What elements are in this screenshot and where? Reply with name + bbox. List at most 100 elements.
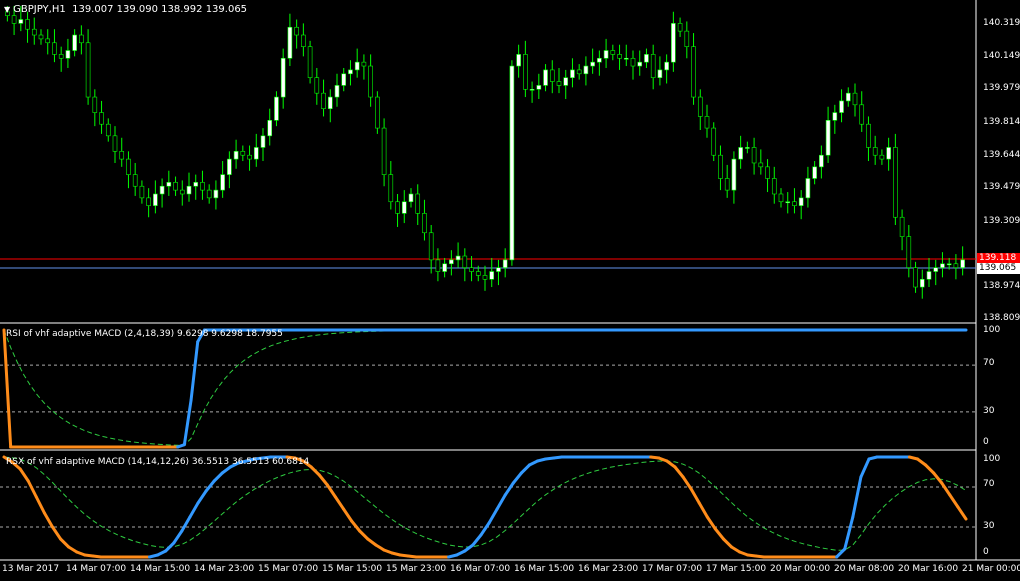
rsx-main-line [196, 489, 208, 505]
candle-body [859, 104, 865, 125]
candle-body [65, 50, 71, 59]
rsx-main-line [59, 537, 71, 549]
candle-body [563, 77, 569, 86]
candle-body [227, 158, 232, 175]
candle-body [11, 15, 17, 24]
candle-body [664, 61, 669, 71]
price-tick: 140.319 [983, 18, 1020, 28]
candle-body [697, 96, 703, 117]
candle-body [684, 30, 690, 47]
rsx-main-line [164, 541, 176, 553]
candle-body [832, 112, 838, 121]
candle-body [913, 267, 918, 288]
rsx-panel-title: RSX of vhf adaptive MACD (14,14,12,26) 3… [6, 457, 310, 467]
rsx-main-line [358, 529, 370, 541]
rsx-main-line [180, 515, 192, 533]
symbol-label: GBPJPY,H1 [13, 4, 66, 15]
candle-body [778, 193, 784, 203]
candle-body [99, 112, 104, 125]
candle-body [52, 42, 57, 55]
candle-body [38, 34, 44, 40]
candle-body [523, 54, 528, 90]
current-price-label: 139.065 [977, 263, 1020, 274]
price-tick: 139.479 [983, 182, 1020, 192]
candle-body [307, 46, 313, 78]
rsx-main-line [51, 525, 63, 541]
rsi-main-line [182, 398, 193, 447]
candle-body [159, 185, 165, 195]
candle-body [704, 116, 710, 129]
candle-body [906, 236, 912, 268]
rsx-main-line [350, 519, 362, 533]
candle-body [556, 81, 562, 86]
candle-body [220, 174, 225, 191]
candle-body [529, 89, 535, 91]
candle-body [327, 96, 333, 109]
candle-body [617, 54, 622, 59]
candle-body [960, 259, 965, 268]
candle-body [872, 147, 878, 156]
candle-body [866, 123, 871, 148]
candle-body [146, 197, 151, 206]
rsi-tick: 100 [983, 325, 1001, 335]
time-tick: 14 Mar 23:00 [194, 564, 255, 574]
candle-body [677, 23, 683, 32]
candle-body [839, 100, 844, 113]
time-tick: 15 Mar 15:00 [322, 564, 383, 574]
candle-body [825, 120, 831, 156]
candle-body [630, 57, 636, 67]
price-tick: 138.809 [983, 313, 1020, 323]
candle-body [597, 57, 602, 63]
candle-body [549, 69, 555, 82]
price-candles [0, 5, 976, 299]
candle-body [933, 267, 939, 272]
candle-body [879, 154, 885, 160]
candle-body [502, 259, 508, 268]
time-tick: 20 Mar 08:00 [834, 564, 895, 574]
candle-body [422, 213, 427, 234]
triangle-down-icon[interactable]: ▼ [4, 5, 10, 14]
chart-canvas[interactable] [0, 0, 1020, 581]
candle-body [79, 34, 84, 44]
candle-body [179, 189, 185, 195]
candle-body [576, 69, 582, 75]
candle-body [798, 197, 804, 206]
rsi-tick: 30 [983, 406, 995, 416]
rsx-main-line [721, 537, 734, 549]
candle-body [946, 263, 952, 266]
rsx-main-line [26, 479, 38, 499]
candle-body [280, 57, 286, 98]
candle-body [496, 267, 501, 272]
rsx-main-line [697, 501, 709, 519]
candle-body [758, 162, 764, 168]
time-tick: 17 Mar 15:00 [706, 564, 767, 574]
candle-body [206, 189, 212, 199]
candle-body [610, 50, 616, 55]
rsx-main-line [42, 511, 55, 529]
candle-body [637, 61, 643, 67]
rsx-main-line [34, 495, 46, 515]
candle-body [644, 54, 649, 63]
rsx-main-line [479, 521, 491, 537]
candle-body [919, 278, 925, 288]
price-tick: 139.644 [983, 150, 1020, 160]
rsx-main-line [342, 507, 354, 523]
candle-body [657, 69, 663, 78]
rsx-main-line [495, 493, 507, 511]
candle-body [489, 271, 495, 280]
candle-body [267, 120, 273, 137]
rsx-main-line [188, 501, 200, 519]
price-tick: 139.814 [983, 117, 1020, 127]
candle-body [623, 57, 629, 60]
candle-body [812, 166, 817, 179]
candle-body [173, 182, 178, 191]
time-tick: 16 Mar 07:00 [450, 564, 511, 574]
candle-body [25, 19, 30, 30]
candle-body [240, 151, 246, 156]
rsx-main-line [915, 457, 928, 467]
candle-body [718, 154, 723, 179]
candle-body [603, 50, 609, 59]
time-tick: 15 Mar 07:00 [258, 564, 319, 574]
price-tick: 138.974 [983, 281, 1020, 291]
candle-body [516, 54, 521, 67]
